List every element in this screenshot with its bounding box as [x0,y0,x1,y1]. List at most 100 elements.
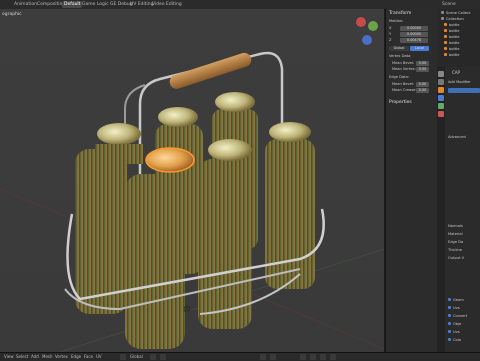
3d-viewport[interactable]: ographic [0,9,384,352]
outliner-row[interactable]: bottle [444,47,460,52]
prop-row[interactable]: Material [448,232,463,237]
checkbox[interactable] [448,330,451,333]
outliner-row[interactable]: bottle [444,41,460,46]
prop-label: Colo [453,338,461,342]
outliner-row[interactable]: Scene Collect [441,11,470,16]
collection-icon [441,11,444,14]
mean-crease-label: Mean Crease: [392,88,417,92]
outliner-row-label: Collection [446,17,464,21]
outliner-row[interactable]: bottle [444,35,460,40]
checkbox[interactable] [448,338,451,341]
prop-checkbox-row[interactable]: Uvs [448,330,460,335]
proportional-edit-icon[interactable] [160,354,166,360]
outliner-row-label: bottle [449,53,460,57]
properties-header[interactable]: Properties [389,100,412,105]
outliner-row-label: bottle [449,29,460,33]
bottle-carrier-render [0,51,384,352]
menu-view[interactable]: View [4,354,14,359]
mesh-icon [444,41,447,44]
menu-face[interactable]: Face [84,354,93,359]
mean-crease-field[interactable]: 0.00 [416,88,429,93]
checkbox[interactable] [448,322,451,325]
menu-add[interactable]: Add [31,354,39,359]
median-x-field[interactable]: 0.00000 [400,26,428,31]
scene-selector[interactable]: Scene [440,1,458,8]
shading-rendered-icon[interactable] [320,354,326,360]
add-modifier-button[interactable]: Add Modifier [448,80,471,85]
prop-row[interactable]: Advanced [448,135,466,140]
outliner: Scene Collect Collection bottle bottle b… [437,9,480,68]
prop-label: Geom [453,298,464,302]
menu-mesh[interactable]: Mesh [42,354,53,359]
mean-bevel-field[interactable]: 0.00 [416,61,429,66]
modifier-tab-icon[interactable] [438,95,444,101]
checkbox[interactable] [448,306,451,309]
transform-header[interactable]: Transform [389,11,411,16]
mean-bevel-edge-label: Mean Bevel: [392,82,415,86]
prop-checkbox-row[interactable]: Uvs [448,306,460,311]
mesh-icon [444,23,447,26]
median-y-field[interactable]: 0.00000 [400,32,428,37]
data-tab-icon[interactable] [438,103,444,109]
checkbox[interactable] [448,298,451,301]
menu-select[interactable]: Select [16,354,28,359]
mesh-icon [444,35,447,38]
local-toggle[interactable]: Local [410,46,429,51]
tab-game-logic[interactable]: Game Logic [80,1,111,8]
outliner-row-label: bottle [449,35,460,39]
properties-tabs [437,67,445,352]
prop-checkbox-row[interactable]: Convert [448,314,467,319]
mesh-icon [444,53,447,56]
vertex-data-label: Vertex Data: [389,54,412,58]
prop-row[interactable]: Output V [448,256,464,261]
overlay-icon[interactable] [260,354,266,360]
outliner-row-label: bottle [449,41,460,45]
transform-orientation[interactable]: Global [130,354,143,359]
prop-label: Uvs [453,330,460,334]
modifier-panel-button[interactable] [448,88,480,93]
outliner-row[interactable]: bottle [444,53,460,58]
outliner-row-label: Scene Collect [446,11,471,15]
mean-vertex-label: Mean Vertex: [392,67,416,71]
mean-bevel-edge-field[interactable]: 0.00 [416,82,429,87]
axis-label: Y [389,32,392,36]
mean-vertex-field[interactable]: 0.00 [416,67,429,72]
outliner-row-label: bottle [449,47,460,51]
median-label: Median: [389,19,404,23]
prop-label: Obje [453,322,462,326]
prop-row[interactable]: Normals [448,224,463,229]
axis-label: Z [389,38,392,42]
outliner-row[interactable]: Collection [441,17,464,22]
menu-edge[interactable]: Edge [71,354,81,359]
prop-checkbox-row[interactable]: Colo [448,338,461,343]
prop-row[interactable]: Edge Da [448,240,463,245]
menu-uv[interactable]: UV [96,354,102,359]
pivot-icon[interactable] [120,354,126,360]
shading-wire-icon[interactable] [330,354,336,360]
tab-video-editing[interactable]: Video Editing [150,1,184,8]
median-z-field[interactable]: 0.00478 [400,38,428,43]
material-tab-icon[interactable] [438,111,444,117]
render-tab-icon[interactable] [438,79,444,85]
checkbox[interactable] [448,314,451,317]
menu-vertex[interactable]: Vertex [55,354,68,359]
shading-material-icon[interactable] [310,354,316,360]
outliner-row[interactable]: bottle [444,29,460,34]
prop-row[interactable]: Thickne [448,248,462,253]
global-toggle[interactable]: Global [389,46,409,51]
mesh-icon [444,29,447,32]
axis-label: X [389,26,392,30]
prop-checkbox-row[interactable]: Obje [448,322,461,327]
prop-label: Convert [453,314,468,318]
edge-data-label: Edge Data: [389,75,409,79]
outliner-row[interactable]: bottle [444,23,460,28]
shading-solid-icon[interactable] [300,354,306,360]
prop-label: Uvs [453,306,460,310]
xray-icon[interactable] [270,354,276,360]
object-name: CAP [452,70,460,75]
object-tab-icon[interactable] [438,87,444,93]
tool-tab-icon[interactable] [438,71,444,77]
snap-icon[interactable] [150,354,156,360]
outliner-row-label: bottle [449,23,460,27]
prop-checkbox-row[interactable]: Geom [448,298,464,303]
